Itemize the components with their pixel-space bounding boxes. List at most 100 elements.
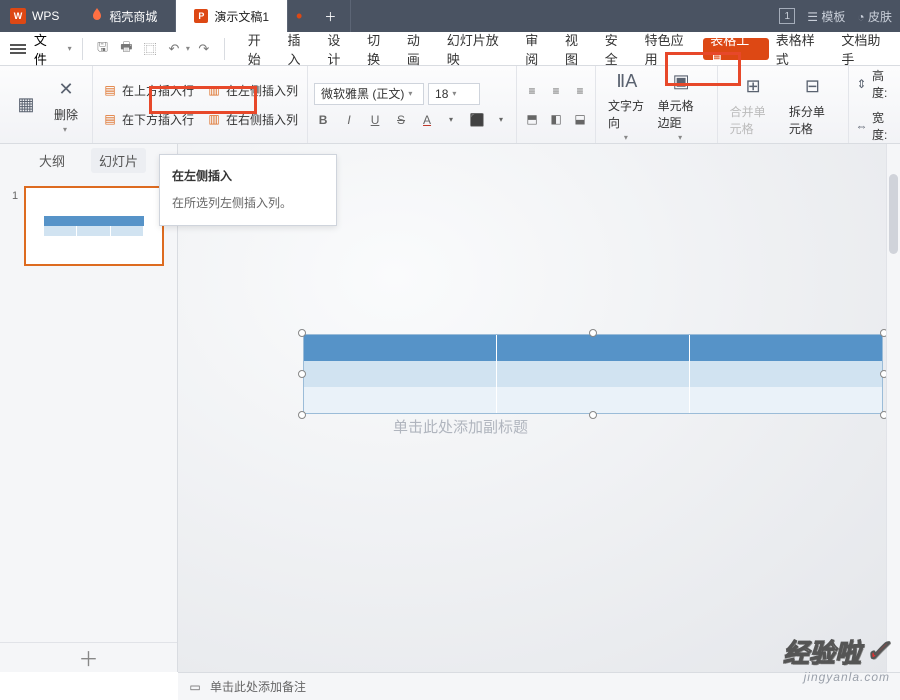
italic-button[interactable]: I: [340, 113, 358, 127]
page-num-badge: 1: [779, 8, 795, 24]
qa-redo-icon[interactable]: ↷: [194, 39, 214, 59]
skin-icon: ◔: [857, 10, 868, 24]
insert-col-left-button[interactable]: ▥ 在左侧插入列: [203, 80, 301, 101]
vertical-scrollbar[interactable]: [886, 144, 900, 672]
align-center-icon[interactable]: ≡: [547, 82, 565, 100]
align-right-icon[interactable]: ≡: [571, 82, 589, 100]
tooltip-title: 在左侧插入: [172, 167, 324, 184]
menu-animation[interactable]: 动画: [400, 32, 440, 66]
resize-handle[interactable]: [589, 411, 597, 419]
insert-above-icon: ▤: [102, 82, 118, 98]
underline-button[interactable]: U: [366, 113, 384, 127]
insert-row-below-button[interactable]: ▤ 在下方插入行: [99, 109, 197, 130]
tab-document[interactable]: P 演示文稿1: [176, 0, 288, 32]
cell-margins-icon: ▣: [667, 67, 695, 95]
valign-middle-icon[interactable]: ◧: [547, 110, 565, 128]
font-name-combo[interactable]: 微软雅黑 (正文)▾: [314, 83, 424, 105]
tab-store[interactable]: 稻壳商城: [73, 0, 176, 32]
insert-right-icon: ▥: [206, 111, 222, 127]
dropdown-caret-icon: ▾: [68, 44, 72, 53]
tab-outline[interactable]: 大纲: [31, 148, 73, 173]
bold-button[interactable]: B: [314, 113, 332, 127]
dirty-indicator-icon: •: [288, 6, 310, 27]
split-cells-button[interactable]: ⊟ 拆分单元格: [783, 73, 842, 137]
template-icon: ☰: [807, 10, 821, 24]
wps-label: WPS: [32, 9, 59, 23]
file-menu[interactable]: 文件: [30, 30, 66, 68]
text-highlight-button[interactable]: ⬛: [468, 113, 486, 127]
menu-design[interactable]: 设计: [320, 32, 360, 66]
new-tab-button[interactable]: ＋: [310, 0, 351, 32]
insert-left-icon: ▥: [206, 82, 222, 98]
separator: [82, 38, 83, 60]
check-icon: ✓: [865, 634, 890, 669]
wps-logo-block: W WPS: [0, 8, 73, 24]
menu-doc-assistant[interactable]: 文档助手: [834, 32, 900, 66]
menu-items: 开始 插入 设计 切换 动画 幻灯片放映 审阅 视图 安全 特色应用 表格工具 …: [241, 32, 900, 66]
dropdown-caret-icon: ▾: [63, 125, 67, 134]
menu-security[interactable]: 安全: [598, 32, 638, 66]
add-slide-button[interactable]: ＋: [0, 642, 177, 672]
hamburger-icon[interactable]: [10, 44, 26, 54]
title-right-controls: 1 ☰ 模板 ◔ 皮肤: [779, 8, 900, 25]
qa-print-icon[interactable]: 🖶: [116, 39, 136, 59]
flame-icon: [91, 8, 103, 25]
cell-margins-button[interactable]: ▣ 单元格边距▾: [652, 67, 711, 142]
align-left-icon[interactable]: ≡: [523, 82, 541, 100]
font-color-button[interactable]: A: [418, 113, 436, 127]
merge-icon: ⊞: [739, 73, 767, 101]
split-icon: ⊟: [798, 73, 826, 101]
strikethrough-button[interactable]: S: [392, 113, 410, 127]
menu-review[interactable]: 审阅: [518, 32, 558, 66]
table-row[interactable]: [304, 387, 882, 413]
menu-table-tools[interactable]: 表格工具: [703, 38, 769, 60]
qa-preview-icon[interactable]: ⿴: [140, 39, 160, 59]
presentation-icon: P: [194, 9, 208, 23]
height-control[interactable]: ⇕ 高度:: [855, 67, 894, 101]
insert-col-right-button[interactable]: ▥ 在右侧插入列: [203, 109, 301, 130]
slide-thumbnail[interactable]: 1: [24, 186, 164, 266]
watermark: 经验啦✓ jingyanla.com: [783, 633, 890, 684]
notes-icon: ▭: [188, 680, 202, 694]
text-direction-icon: ⅡA: [613, 67, 641, 95]
width-icon: ⇔: [855, 118, 868, 134]
notes-placeholder[interactable]: 单击此处添加备注: [210, 678, 306, 695]
font-size-combo[interactable]: 18▾: [428, 83, 480, 105]
subtitle-placeholder[interactable]: 单击此处添加副标题: [393, 416, 528, 437]
insert-row-above-button[interactable]: ▤ 在上方插入行: [99, 80, 197, 101]
wps-app-icon: W: [10, 8, 26, 24]
valign-top-icon[interactable]: ⬒: [523, 110, 541, 128]
resize-handle[interactable]: [589, 329, 597, 337]
height-icon: ⇕: [855, 76, 868, 92]
menu-insert[interactable]: 插入: [281, 32, 321, 66]
table-row[interactable]: [304, 361, 882, 387]
template-button[interactable]: ☰ 模板: [807, 8, 845, 25]
menubar: 文件 ▾ 🖫 🖶 ⿴ ↶ ▾ ↷ 开始 插入 设计 切换 动画 幻灯片放映 审阅…: [0, 32, 900, 66]
resize-handle[interactable]: [298, 329, 306, 337]
tab-slides[interactable]: 幻灯片: [91, 148, 146, 173]
thumbnail-table-icon: [44, 216, 144, 236]
tab-document-label: 演示文稿1: [214, 8, 269, 25]
valign-bottom-icon[interactable]: ⬓: [571, 110, 589, 128]
slide-panel: 大纲 幻灯片 1 ＋: [0, 144, 178, 672]
width-control[interactable]: ⇔ 宽度:: [855, 109, 894, 143]
table-header-row[interactable]: [304, 335, 882, 361]
slide-number: 1: [12, 190, 18, 202]
table-object[interactable]: [303, 334, 883, 414]
skin-button[interactable]: ◔ 皮肤: [857, 8, 892, 25]
resize-handle[interactable]: [298, 370, 306, 378]
text-direction-button[interactable]: ⅡA 文字方向▾: [602, 67, 652, 142]
scrollbar-thumb[interactable]: [889, 174, 898, 254]
resize-handle[interactable]: [298, 411, 306, 419]
delete-button[interactable]: ✕ 删除 ▾: [46, 76, 86, 134]
qa-undo-icon[interactable]: ↶: [164, 39, 184, 59]
menu-transition[interactable]: 切换: [360, 32, 400, 66]
menu-slideshow[interactable]: 幻灯片放映: [440, 32, 518, 66]
menu-start[interactable]: 开始: [241, 32, 281, 66]
menu-table-style[interactable]: 表格样式: [769, 32, 835, 66]
menu-view[interactable]: 视图: [558, 32, 598, 66]
delete-label: 删除: [54, 106, 78, 123]
qa-save-icon[interactable]: 🖫: [93, 39, 113, 59]
select-cells-button[interactable]: ▦: [6, 91, 46, 119]
menu-special[interactable]: 特色应用: [638, 32, 704, 66]
